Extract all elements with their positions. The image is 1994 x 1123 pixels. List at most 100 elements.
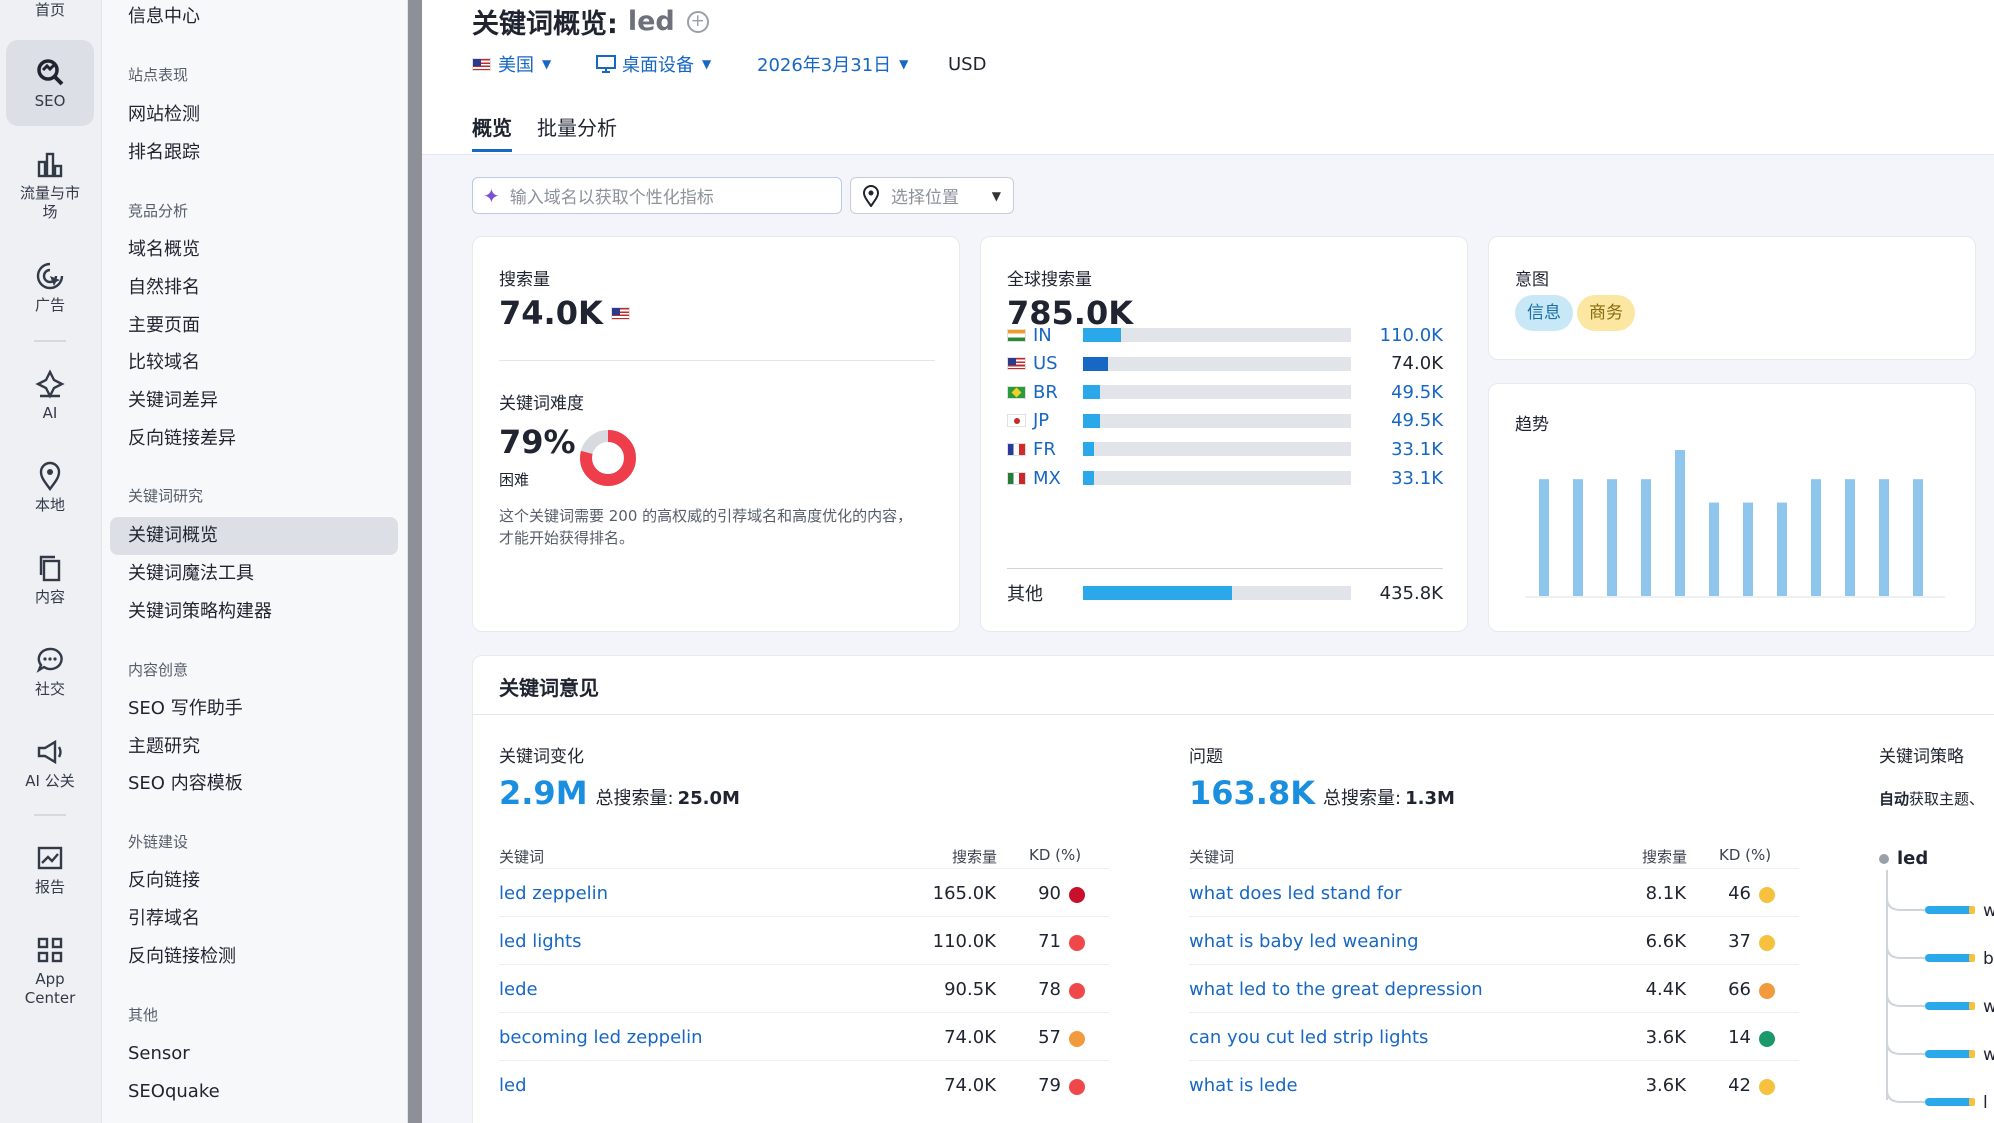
tree-branch	[1886, 897, 1925, 911]
trend-bar[interactable]	[1675, 450, 1685, 596]
questions-keyword-link[interactable]: what does led stand for	[1189, 883, 1402, 904]
country-row-us[interactable]: US 74.0K	[1007, 352, 1443, 376]
nav-seo-templates[interactable]: SEO 内容模板	[110, 765, 398, 803]
nav-organic-rank[interactable]: 自然排名	[110, 269, 398, 307]
variations-count[interactable]: 2.9M	[499, 774, 588, 812]
device-select[interactable]: 桌面设备 ▼	[596, 50, 711, 78]
nav-keyword-magic[interactable]: 关键词魔法工具	[110, 555, 398, 593]
nav-rank-tracking[interactable]: 排名跟踪	[110, 134, 398, 172]
questions-volume: 8.1K	[1645, 883, 1686, 904]
country-row-mx[interactable]: MX 33.1K	[1007, 466, 1443, 490]
nav-domain-overview[interactable]: 域名概览	[110, 231, 398, 269]
country-row-jp[interactable]: JP 49.5K	[1007, 409, 1443, 433]
location-select[interactable]: 选择位置 ▼	[850, 177, 1014, 214]
country-volume[interactable]: 33.1K	[1391, 439, 1443, 460]
nav-sensor[interactable]: Sensor	[110, 1035, 398, 1073]
questions-keyword-link[interactable]: what is baby led weaning	[1189, 931, 1419, 952]
nav-keyword-strategy[interactable]: 关键词策略构建器	[110, 593, 398, 631]
nav-info-center[interactable]: 信息中心	[110, 0, 398, 36]
nav-compare-domains[interactable]: 比较域名	[110, 344, 398, 382]
country-row-br[interactable]: BR 49.5K	[1007, 380, 1443, 404]
trend-bar[interactable]	[1573, 479, 1583, 596]
rail-ai[interactable]: AI	[6, 362, 94, 428]
rail-content[interactable]: 内容	[6, 546, 94, 612]
rail-reports[interactable]: 报告	[6, 836, 94, 902]
strategy-desc-text: 获取主题、	[1909, 790, 1985, 808]
nav-top-pages[interactable]: 主要页面	[110, 307, 398, 345]
trend-bar[interactable]	[1845, 479, 1855, 596]
tab-overview[interactable]: 概览	[472, 112, 512, 152]
tree-branch-label[interactable]: b	[1983, 949, 1994, 969]
nav-keyword-gap[interactable]: 关键词差异	[110, 382, 398, 420]
country-row-fr[interactable]: FR 33.1K	[1007, 437, 1443, 461]
country-select[interactable]: 美国 ▼	[472, 50, 551, 78]
nav-backlink-audit[interactable]: 反向链接检测	[110, 938, 398, 976]
desktop-icon	[596, 55, 616, 73]
nav-keyword-overview[interactable]: 关键词概览	[110, 517, 398, 555]
variations-table-row: becoming led zeppelin 74.0K 57	[499, 1012, 1109, 1060]
rail-app-center[interactable]: App Center	[6, 926, 94, 1016]
variations-keyword-link[interactable]: becoming led zeppelin	[499, 1027, 703, 1048]
bar-chart-icon	[37, 152, 63, 178]
us-flag-icon	[1007, 357, 1026, 371]
country-volume[interactable]: 49.5K	[1391, 410, 1443, 431]
tree-branch-label[interactable]: l	[1983, 1093, 1988, 1113]
nav-backlinks[interactable]: 反向链接	[110, 862, 398, 900]
nav-referring-domains[interactable]: 引荐域名	[110, 900, 398, 938]
nav-group-keyword-research: 关键词研究	[128, 487, 204, 505]
country-volume[interactable]: 49.5K	[1391, 382, 1443, 403]
trend-bar[interactable]	[1641, 479, 1651, 596]
trend-bar[interactable]	[1777, 502, 1787, 596]
rail-local[interactable]: 本地	[6, 454, 94, 520]
questions-col-kd: KD (%)	[1719, 846, 1772, 864]
country-volume[interactable]: 110.0K	[1380, 325, 1443, 346]
country-volume[interactable]: 33.1K	[1391, 468, 1443, 489]
strategy-root[interactable]: led	[1879, 848, 1928, 869]
nav-site-audit[interactable]: 网站检测	[110, 96, 398, 134]
add-keyword-icon[interactable]: +	[686, 10, 709, 33]
variations-keyword-link[interactable]: led zeppelin	[499, 883, 608, 904]
rail-home[interactable]: 首页	[6, 0, 94, 20]
variations-kd: 79	[1038, 1075, 1061, 1096]
date-select[interactable]: 2026年3月31日 ▼	[757, 50, 908, 78]
questions-keyword-link[interactable]: can you cut led strip lights	[1189, 1027, 1428, 1048]
tree-branch-label[interactable]: w	[1983, 901, 1994, 921]
tab-bulk-analysis[interactable]: 批量分析	[537, 112, 617, 152]
variations-keyword-link[interactable]: led lights	[499, 931, 582, 952]
panel-resize-handle[interactable]	[408, 0, 422, 1123]
tree-branch-label[interactable]: w	[1983, 1045, 1994, 1065]
currency-label[interactable]: USD	[948, 50, 986, 78]
country-row-in[interactable]: IN 110.0K	[1007, 323, 1443, 347]
trend-bar[interactable]	[1709, 502, 1719, 596]
country-bar	[1083, 356, 1109, 371]
trend-bar[interactable]	[1811, 479, 1821, 596]
tree-volume-bar	[1925, 906, 1973, 914]
variations-keyword-link[interactable]: led	[499, 1075, 527, 1096]
nav-topic-research[interactable]: 主题研究	[110, 728, 398, 766]
rail-ads[interactable]: 广告	[6, 254, 94, 320]
domain-search-placeholder: 输入域名以获取个性化指标	[509, 188, 714, 208]
trend-bar[interactable]	[1743, 502, 1753, 596]
nav-backlink-gap[interactable]: 反向链接差异	[110, 420, 398, 458]
rail-social-label: 社交	[34, 679, 65, 698]
questions-count[interactable]: 163.8K	[1189, 774, 1315, 812]
rail-ai-pr[interactable]: AI 公关	[6, 730, 94, 796]
variations-keyword-link[interactable]: lede	[499, 979, 538, 1000]
questions-keyword-link[interactable]: what led to the great depression	[1189, 979, 1483, 1000]
nav-seo-writing[interactable]: SEO 写作助手	[110, 690, 398, 728]
country-bar	[1083, 442, 1095, 457]
tree-branch-label[interactable]: w	[1983, 997, 1994, 1017]
trend-bar[interactable]	[1913, 479, 1923, 596]
rail-traffic[interactable]: 流量与市场	[6, 140, 94, 230]
trend-bar[interactable]	[1607, 479, 1617, 596]
rail-social[interactable]: 社交	[6, 638, 94, 704]
tree-kd-marker	[1969, 954, 1975, 962]
trend-bar[interactable]	[1879, 479, 1889, 596]
rail-seo[interactable]: SEO	[6, 40, 94, 126]
questions-keyword-link[interactable]: what is lede	[1189, 1075, 1298, 1096]
country-other-label: 其他	[1007, 584, 1043, 605]
domain-search-input[interactable]: ✦ 输入域名以获取个性化指标	[472, 177, 842, 214]
trend-bar[interactable]	[1539, 479, 1549, 596]
questions-volume: 3.6K	[1645, 1027, 1686, 1048]
nav-seoquake[interactable]: SEOquake	[110, 1073, 398, 1111]
